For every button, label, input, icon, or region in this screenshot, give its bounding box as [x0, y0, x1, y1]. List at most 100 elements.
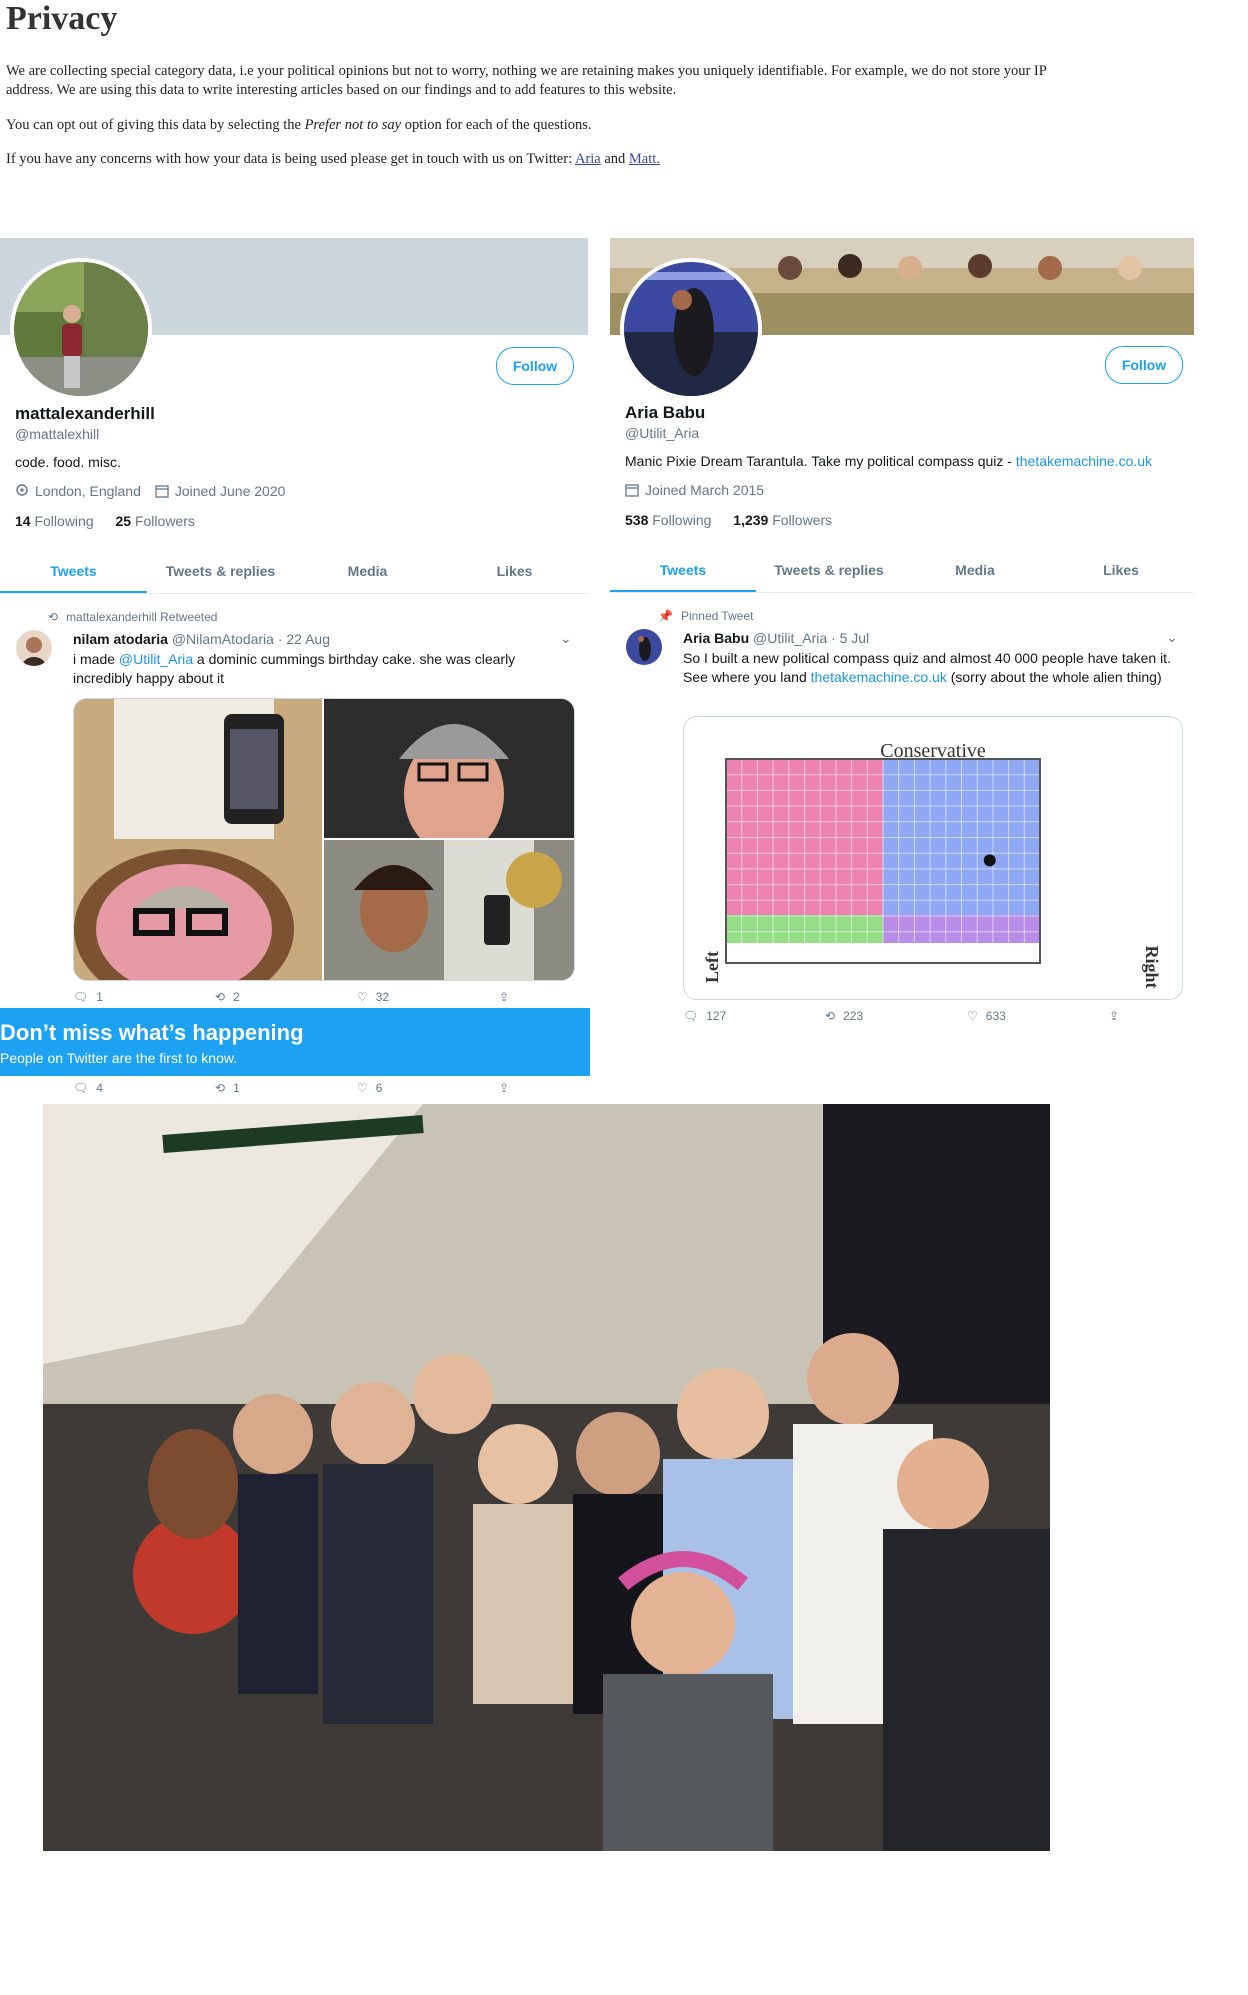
pinned-label: Pinned Tweet [680, 609, 754, 623]
group-photo-icon [43, 1104, 1050, 1851]
tab-likes[interactable]: Likes [441, 549, 588, 593]
tab-media[interactable]: Media [294, 549, 441, 593]
avatar[interactable] [620, 258, 762, 400]
signup-promo-bar[interactable]: Don’t miss what’s happening People on Tw… [0, 1008, 590, 1076]
profile-tabs: Tweets Tweets & replies Media Likes [610, 548, 1194, 593]
tweet-avatar-photo-icon [626, 629, 662, 665]
portrait-photo-icon [324, 699, 574, 838]
reply-count: 1 [96, 990, 103, 1004]
following-count: 14 [15, 513, 31, 529]
compass-card[interactable]: Conservative Left Right [683, 716, 1183, 1000]
like-action[interactable]: ♡ 32 [357, 990, 499, 1004]
tab-likes[interactable]: Likes [1048, 548, 1194, 592]
privacy-p1-line2: address. We are using this data to write… [6, 82, 677, 98]
tweet-header: Aria Babu @Utilit_Aria · 5 Jul [683, 630, 869, 646]
tab-tweets[interactable]: Tweets [0, 549, 147, 593]
reply-count: 4 [96, 1081, 103, 1095]
privacy-paragraph-3: If you have any concerns with how your d… [6, 150, 1242, 169]
followers-link[interactable]: 1,239 Followers [733, 512, 832, 528]
following-link[interactable]: 14 Following [15, 513, 94, 529]
tab-tweets-replies[interactable]: Tweets & replies [756, 548, 902, 592]
retweet-action[interactable]: ⟲ 2 [215, 990, 357, 1004]
privacy-p2-pre: You can opt out of giving this data by s… [6, 117, 305, 133]
privacy-p3-and: and [600, 151, 629, 167]
avatar[interactable] [10, 258, 152, 400]
profile-name: Aria Babu [625, 403, 706, 422]
retweet-count: 2 [233, 990, 240, 1004]
following-link[interactable]: 538 Following [625, 512, 711, 528]
bio-link[interactable]: thetakemachine.co.uk [1016, 453, 1152, 469]
share-icon: ⇪ [499, 1081, 510, 1095]
profile-card-aria: Follow Aria Babu @Utilit_Aria Manic Pixi… [610, 238, 1194, 1038]
following-count: 538 [625, 512, 649, 528]
matt-twitter-link[interactable]: Matt. [629, 151, 660, 167]
retweet-icon: ⟲ [215, 990, 226, 1004]
profile-handle: @mattalexhill [15, 426, 100, 442]
reply-action[interactable]: 🗨 1 [73, 990, 215, 1004]
tweet-avatar[interactable] [626, 629, 662, 665]
aria-twitter-link[interactable]: Aria [575, 151, 601, 167]
reply-action[interactable]: 🗨 4 [73, 1081, 215, 1095]
privacy-paragraph-1: We are collecting special category data,… [6, 62, 1242, 100]
location-icon [16, 484, 28, 496]
retweet-count: 223 [843, 1009, 864, 1023]
tweet-mention[interactable]: @Utilit_Aria [119, 651, 193, 667]
heart-icon: ♡ [357, 1081, 368, 1095]
following-label: Following [34, 513, 94, 529]
tweet-author[interactable]: Aria Babu [683, 630, 749, 646]
tweet-header: nilam atodaria @NilamAtodaria · 22 Aug [73, 631, 330, 647]
retweet-action[interactable]: ⟲ 1 [215, 1081, 357, 1095]
pin-icon: 📌 [658, 609, 673, 623]
calendar-icon [155, 485, 169, 498]
follow-button[interactable]: Follow [496, 347, 574, 385]
like-action[interactable]: ♡ 6 [357, 1081, 499, 1095]
share-action[interactable]: ⇪ [499, 990, 539, 1004]
tab-tweets-replies[interactable]: Tweets & replies [147, 549, 294, 593]
tab-tweets[interactable]: Tweets [610, 548, 756, 592]
follow-button[interactable]: Follow [1105, 346, 1183, 384]
reply-action[interactable]: 🗨 127 [683, 1009, 825, 1023]
profile-handle: @Utilit_Aria [625, 425, 700, 441]
followers-label: Followers [772, 512, 833, 528]
chevron-down-icon[interactable]: ⌄ [1166, 629, 1178, 646]
share-action[interactable]: ⇪ [1109, 1009, 1149, 1023]
media-image-portrait[interactable] [324, 699, 574, 838]
retweet-label: mattalexanderhill Retweeted [66, 610, 218, 624]
privacy-p1-line1: We are collecting special category data,… [6, 63, 1047, 79]
cake-photo-icon [74, 699, 322, 980]
like-action[interactable]: ♡ 633 [967, 1009, 1109, 1023]
promo-subtitle: People on Twitter are the first to know. [0, 1050, 238, 1066]
tweet-text: So I built a new political compass quiz … [683, 649, 1183, 687]
tweet-link[interactable]: thetakemachine.co.uk [811, 669, 947, 685]
like-count: 633 [985, 1009, 1006, 1023]
calendar-icon [625, 484, 639, 497]
privacy-p2-post: option for each of the questions. [401, 117, 592, 133]
profile-counts: 538 Following 1,239 Followers [625, 512, 832, 528]
media-image-cake[interactable] [74, 699, 322, 980]
privacy-p3-pre: If you have any concerns with how your d… [6, 151, 575, 167]
next-tweet-actions: 🗨 4 ⟲ 1 ♡ 6 ⇪ [73, 1081, 539, 1095]
share-icon: ⇪ [499, 990, 510, 1004]
profile-meta: Joined March 2015 [625, 482, 764, 498]
tweet-media-grid[interactable] [73, 698, 575, 981]
media-image-selfie[interactable] [324, 840, 574, 980]
share-icon: ⇪ [1109, 1009, 1120, 1023]
tweet-meta: @Utilit_Aria · 5 Jul [753, 630, 870, 646]
retweet-action[interactable]: ⟲ 223 [825, 1009, 967, 1023]
profile-bio: Manic Pixie Dream Tarantula. Take my pol… [625, 453, 1152, 469]
tab-media[interactable]: Media [902, 548, 1048, 592]
retweet-indicator: ⟲ mattalexanderhill Retweeted [48, 610, 217, 624]
group-photo [43, 1104, 1050, 1851]
tweet-author[interactable]: nilam atodaria [73, 631, 168, 647]
chevron-down-icon[interactable]: ⌄ [560, 630, 572, 647]
following-label: Following [652, 512, 712, 528]
share-action[interactable]: ⇪ [499, 1081, 539, 1095]
tweet-avatar-photo-icon [16, 630, 52, 666]
privacy-p2-emphasis: Prefer not to say [304, 117, 402, 133]
tweet-avatar[interactable] [16, 630, 52, 666]
retweet-count: 1 [233, 1081, 240, 1095]
profile-joined: Joined June 2020 [174, 483, 286, 499]
like-count: 6 [375, 1081, 383, 1095]
followers-link[interactable]: 25 Followers [116, 513, 195, 529]
tweet-actions: 🗨 1 ⟲ 2 ♡ 32 ⇪ [73, 990, 539, 1004]
